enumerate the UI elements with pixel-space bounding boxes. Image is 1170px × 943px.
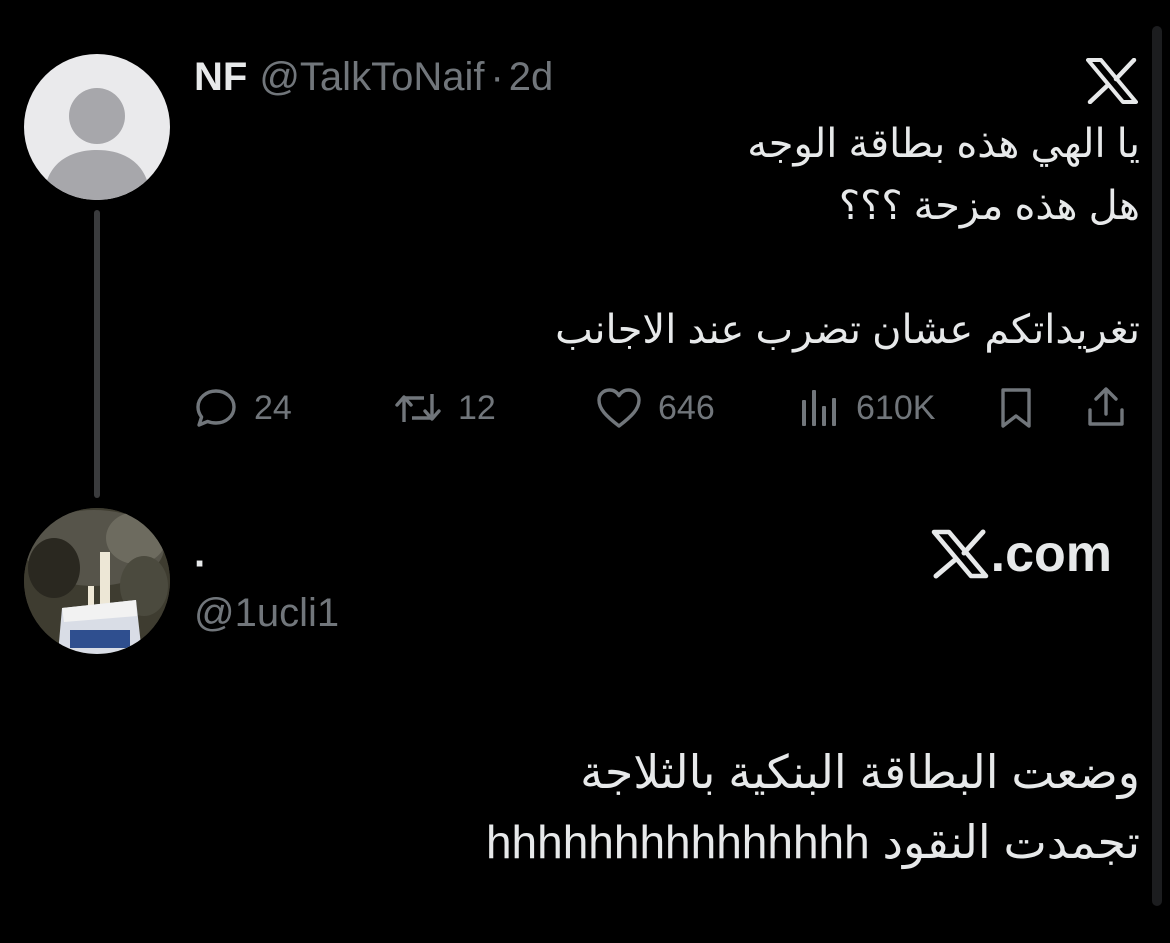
avatar-user-photo[interactable]	[24, 508, 170, 654]
tweet-text-line: هل هذه مزحة ؟؟؟	[838, 184, 1140, 228]
thread-connector-line	[94, 210, 100, 498]
avatar-default-profile[interactable]	[24, 54, 170, 200]
share-icon	[1088, 387, 1124, 426]
repost-count: 12	[458, 388, 496, 427]
analytics-icon	[802, 390, 836, 426]
repost-icon	[395, 394, 441, 422]
display-name[interactable]: ·	[194, 540, 207, 588]
tweet-text-line: تغريداتكم عشان تضرب عند الاجانب	[555, 308, 1140, 352]
user-handle[interactable]: @TalkToNaif	[259, 54, 484, 100]
x-com-text: .com	[990, 525, 1112, 583]
separator-dot: ·	[490, 55, 504, 99]
scrollbar[interactable]	[1152, 26, 1162, 906]
default-avatar-icon	[44, 88, 150, 200]
reply-count: 24	[254, 388, 292, 427]
tweet-text-line: وضعت البطاقة البنكية بالثلاجة	[580, 746, 1140, 798]
like-count: 646	[658, 388, 715, 427]
share-button[interactable]	[1084, 384, 1128, 432]
x-logo-icon	[931, 529, 988, 579]
cat-cigarette-photo-icon	[24, 508, 170, 654]
tweet-text-line: تجمدت النقود hhhhhhhhhhhhhhh	[485, 816, 1140, 868]
reply-icon	[196, 389, 236, 427]
views-count: 610K	[856, 388, 936, 427]
x-com-watermark: .com	[931, 524, 1112, 584]
reply-button[interactable]: 24	[194, 384, 292, 432]
views-button[interactable]: 610K	[798, 384, 935, 432]
like-button[interactable]: 646	[596, 384, 715, 432]
timestamp[interactable]: 2d	[509, 54, 554, 100]
heart-icon	[597, 388, 641, 428]
tweet-header: NF @TalkToNaif · 2d	[194, 54, 553, 100]
x-logo-icon	[1086, 57, 1138, 105]
bookmark-icon	[1001, 388, 1031, 428]
repost-button[interactable]: 12	[394, 384, 496, 432]
display-name[interactable]: NF	[194, 54, 247, 100]
user-handle[interactable]: @1ucli1	[194, 588, 339, 638]
tweet-text-line: يا الهي هذه بطاقة الوجه	[747, 122, 1140, 166]
bookmark-button[interactable]	[996, 384, 1036, 432]
